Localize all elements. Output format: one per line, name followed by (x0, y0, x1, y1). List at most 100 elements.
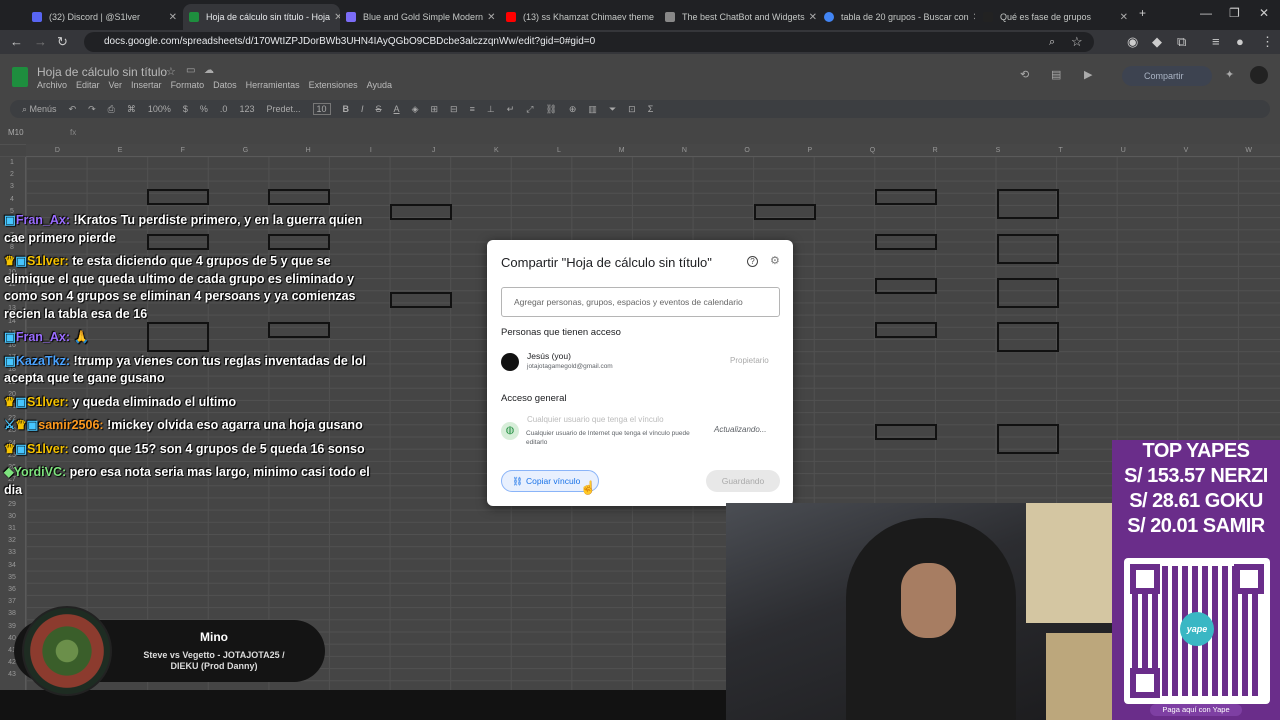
forward-icon[interactable]: → (34, 34, 47, 50)
tab-chatbot[interactable]: The best ChatBot and Widgets ✕ (659, 4, 816, 30)
zoom-select[interactable]: 100% (148, 104, 171, 114)
borders-icon[interactable]: ⊞ (430, 104, 438, 115)
column-header[interactable]: F (151, 144, 214, 156)
menu-extensiones[interactable]: Extensiones (309, 80, 358, 90)
row-header[interactable]: 2 (0, 171, 24, 178)
column-header[interactable]: N (653, 144, 716, 156)
valign-icon[interactable]: ⊥ (487, 104, 495, 115)
column-header[interactable]: G (214, 144, 277, 156)
bracket-cell[interactable] (875, 424, 937, 440)
document-title[interactable]: Hoja de cálculo sin título (37, 65, 167, 79)
chart-icon[interactable]: ▥ (588, 104, 597, 115)
profile-avatar-icon[interactable]: ● (1236, 34, 1244, 50)
comments-icon[interactable]: ▤ (1051, 68, 1061, 81)
menu-datos[interactable]: Datos (213, 80, 237, 90)
meet-icon[interactable]: ▶ (1084, 68, 1092, 81)
sheets-logo-icon[interactable] (12, 67, 28, 87)
column-header[interactable]: U (1092, 144, 1155, 156)
column-header[interactable]: P (778, 144, 841, 156)
general-access-role[interactable]: Actualizando... (714, 425, 766, 434)
column-header[interactable]: L (528, 144, 591, 156)
row-header[interactable]: 37 (0, 598, 24, 605)
undo-icon[interactable]: ↶ (69, 104, 77, 115)
menu-archivo[interactable]: Archivo (37, 80, 67, 90)
tab-fase-grupos[interactable]: Qué es fase de grupos ✕ (977, 4, 1134, 30)
bracket-cell[interactable] (997, 278, 1059, 308)
row-header[interactable]: 38 (0, 610, 24, 617)
number-format-button[interactable]: 123 (239, 104, 254, 114)
menu-herramientas[interactable]: Herramientas (246, 80, 300, 90)
back-icon[interactable]: ← (10, 34, 23, 50)
percent-icon[interactable]: % (200, 104, 208, 114)
currency-icon[interactable]: $ (183, 104, 188, 114)
name-box[interactable]: M10 (8, 128, 24, 137)
column-header[interactable]: O (716, 144, 779, 156)
move-folder-icon[interactable]: ▭ (186, 65, 195, 76)
column-header[interactable]: S (967, 144, 1030, 156)
bracket-cell[interactable] (875, 278, 937, 294)
bracket-cell[interactable] (875, 322, 937, 338)
row-header[interactable]: 36 (0, 586, 24, 593)
row-header[interactable]: 32 (0, 537, 24, 544)
row-header[interactable]: 30 (0, 513, 24, 520)
settings-gear-icon[interactable]: ⚙ (770, 254, 780, 267)
functions-icon[interactable]: Σ (648, 104, 654, 114)
zoom-icon[interactable]: ⌕ (1049, 34, 1055, 50)
extensions-puzzle-icon[interactable]: ⧉ (1177, 34, 1186, 50)
bold-icon[interactable]: B (343, 104, 350, 114)
share-button[interactable]: Compartir (1122, 66, 1212, 86)
bracket-cell[interactable] (997, 189, 1059, 219)
row-header[interactable]: 39 (0, 623, 24, 630)
row-header[interactable]: 33 (0, 549, 24, 556)
close-tab-icon[interactable]: ✕ (969, 12, 975, 23)
column-header[interactable]: J (402, 144, 465, 156)
bracket-cell[interactable] (997, 234, 1059, 264)
tab-discord[interactable]: (32) Discord | @S1lver ✕ (26, 4, 183, 30)
tab-sheets[interactable]: Hoja de cálculo sin título - Hoja ✕ (183, 4, 340, 30)
print-icon[interactable]: ⎙ (108, 104, 115, 115)
link-icon[interactable]: ⛓ (545, 104, 556, 115)
menu-formato[interactable]: Formato (171, 80, 205, 90)
filter-icon[interactable]: ⏷ (609, 104, 616, 115)
fill-color-icon[interactable]: ◈ (412, 104, 419, 115)
extension-icon[interactable]: ◆ (1152, 34, 1162, 50)
tab-canva[interactable]: Blue and Gold Simple Modern ✕ (340, 4, 498, 30)
menu-editar[interactable]: Editar (76, 80, 100, 90)
close-tab-icon[interactable]: ✕ (165, 12, 177, 23)
font-select[interactable]: Predet... (266, 104, 300, 114)
column-header[interactable]: I (340, 144, 403, 156)
bracket-cell[interactable] (875, 189, 937, 205)
menu-ayuda[interactable]: Ayuda (367, 80, 392, 90)
bracket-cell[interactable] (390, 204, 452, 220)
row-header[interactable]: 3 (0, 183, 24, 190)
maximize-icon[interactable]: ❐ (1229, 6, 1240, 20)
row-header[interactable]: 43 (0, 671, 24, 678)
tab-youtube[interactable]: (13) ss Khamzat Chimaev theme✕ (500, 4, 657, 30)
row-header[interactable]: 4 (0, 196, 24, 203)
bracket-cell[interactable] (997, 424, 1059, 454)
italic-icon[interactable]: I (361, 104, 364, 114)
close-tab-icon[interactable]: ✕ (1116, 12, 1128, 23)
address-bar[interactable]: docs.google.com/spreadsheets/d/170WtIZPJ… (84, 32, 1094, 52)
reload-icon[interactable]: ↻ (57, 34, 68, 50)
paint-format-icon[interactable]: ⌘ (127, 104, 136, 115)
wrap-icon[interactable]: ↵ (507, 104, 515, 115)
close-tab-icon[interactable]: ✕ (805, 12, 816, 23)
close-tab-icon[interactable]: ✕ (330, 12, 340, 23)
bracket-cell[interactable] (390, 292, 452, 308)
bracket-cell[interactable] (754, 204, 816, 220)
column-header[interactable]: W (1217, 144, 1280, 156)
new-tab-button[interactable]: + (1139, 6, 1146, 20)
font-size-input[interactable]: 10 (312, 103, 331, 115)
search-menus-icon[interactable]: ⌕ Menús (22, 104, 57, 115)
comment-icon[interactable]: ⊕ (569, 104, 577, 115)
strikethrough-icon[interactable]: S (376, 104, 382, 114)
account-avatar[interactable] (1250, 66, 1268, 84)
column-header[interactable]: E (89, 144, 152, 156)
save-button[interactable]: Guardando (706, 470, 780, 492)
decimal-icon[interactable]: .0 (220, 104, 228, 114)
column-header[interactable]: Q (841, 144, 904, 156)
rotate-icon[interactable]: ⤢ (526, 104, 533, 115)
close-tab-icon[interactable]: ✕ (483, 12, 495, 23)
row-header[interactable]: 31 (0, 525, 24, 532)
